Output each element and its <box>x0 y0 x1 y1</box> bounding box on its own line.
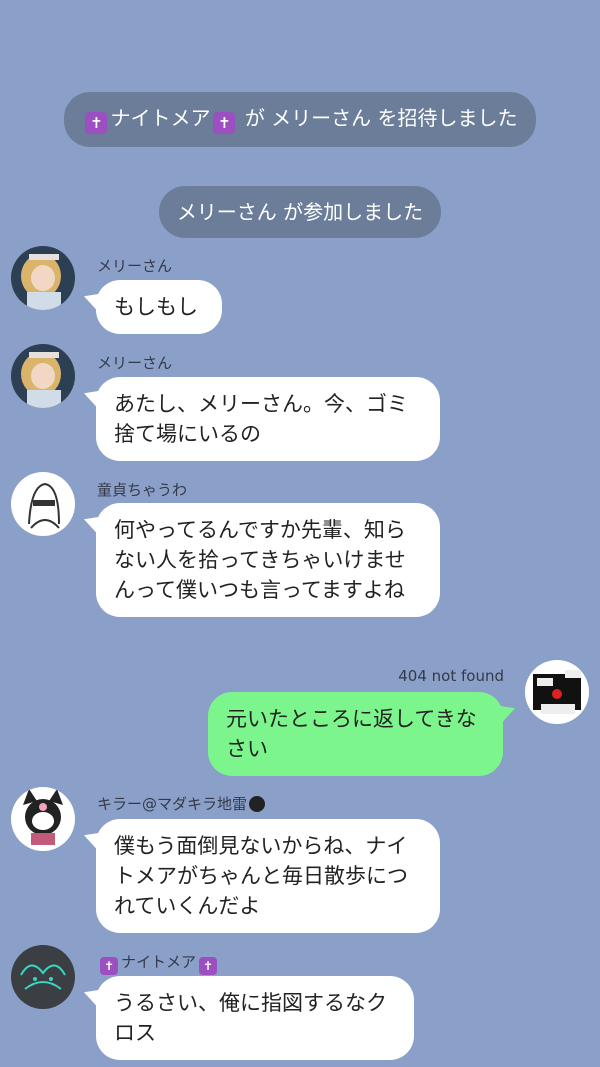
bomb-icon <box>249 796 266 812</box>
latin-cross-icon: ✝ <box>199 957 218 975</box>
sender-name: ✝ ナイトメア ✝ <box>97 951 220 975</box>
doll-avatar-icon <box>11 344 75 408</box>
invite-action: を招待しました <box>377 106 518 130</box>
message-bubble[interactable]: うるさい、俺に指図するなクロス <box>96 976 414 1060</box>
sender-name: キラー@マダキラ地雷 <box>97 793 266 814</box>
latin-cross-icon: ✝ <box>100 957 118 975</box>
avatar[interactable] <box>525 660 589 724</box>
sender-name: 404 not found <box>398 667 504 685</box>
sender-name: 童貞ちゃうわ <box>97 481 188 499</box>
doodle-avatar-icon <box>11 945 75 1009</box>
invitee-name: メリーさん <box>271 106 372 130</box>
sender-name-text: ナイトメア <box>121 953 197 971</box>
latin-cross-icon: ✝ <box>85 112 108 134</box>
inviter-name: ナイトメア <box>110 106 211 130</box>
system-message-invite: ✝ ナイトメア ✝ が メリーさん を招待しました <box>0 92 600 147</box>
doll-avatar-icon <box>11 246 75 310</box>
system-message-joined: メリーさん が参加しました <box>0 186 600 238</box>
kuromi-avatar-icon <box>11 787 75 851</box>
joined-action: が参加しました <box>283 200 424 224</box>
avatar[interactable] <box>11 787 75 851</box>
message-bubble[interactable]: あたし、メリーさん。今、ゴミ捨て場にいるの <box>96 377 440 461</box>
avatar[interactable] <box>11 344 75 408</box>
joined-user: メリーさん <box>176 200 277 224</box>
avatar[interactable] <box>11 246 75 310</box>
sender-name: メリーさん <box>97 354 173 372</box>
message-bubble[interactable]: 何やってるんですか先輩、知らない人を拾ってきちゃいけませんって僕いつも言ってます… <box>96 503 440 617</box>
message-bubble[interactable]: 僕もう面倒見ないからね、ナイトメアがちゃんと毎日散歩につれていくんだよ <box>96 819 440 933</box>
error-avatar-icon <box>525 660 589 724</box>
connector-text: が <box>244 106 265 130</box>
sketch-avatar-icon <box>11 472 75 536</box>
avatar[interactable] <box>11 472 75 536</box>
message-bubble[interactable]: もしもし <box>96 280 222 334</box>
latin-cross-icon: ✝ <box>213 112 236 134</box>
sender-name: メリーさん <box>97 257 173 275</box>
avatar[interactable] <box>11 945 75 1009</box>
sender-name-text: キラー@マダキラ地雷 <box>97 795 248 813</box>
message-bubble[interactable]: 元いたところに返してきなさい <box>208 692 503 776</box>
